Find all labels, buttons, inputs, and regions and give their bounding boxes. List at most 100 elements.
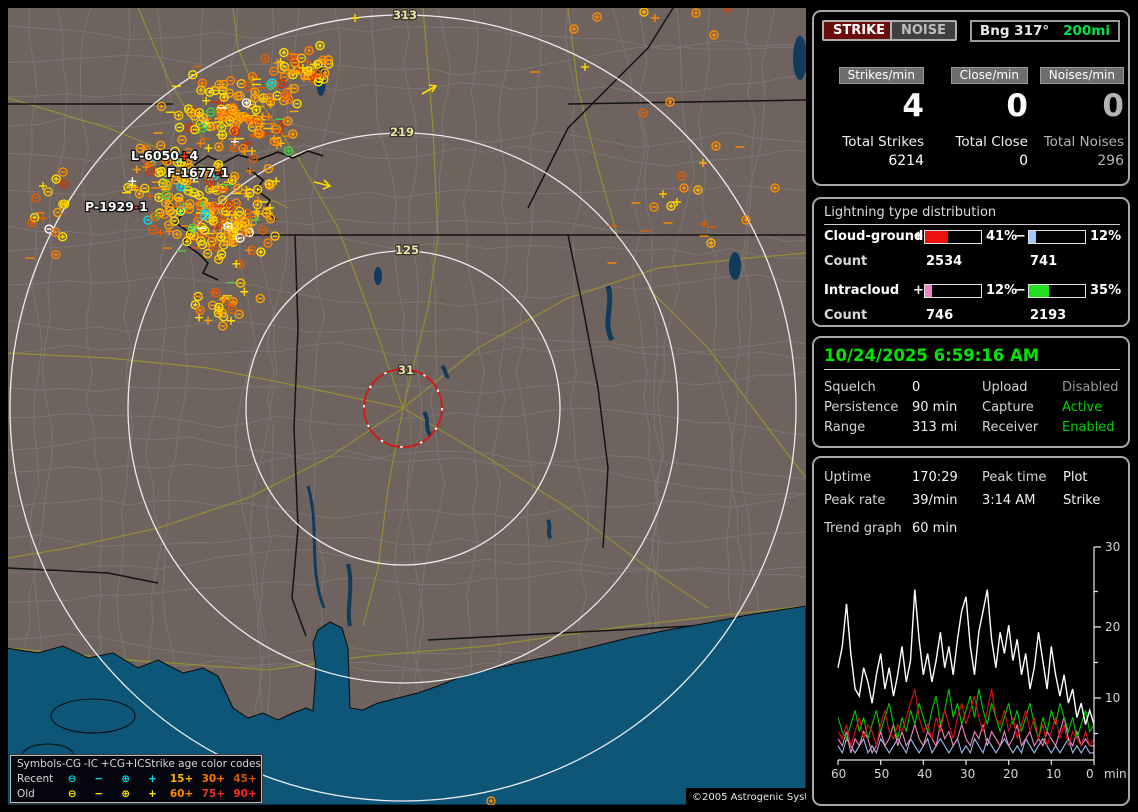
cell-label-1[interactable]: L-6050+4 [131,148,198,163]
age-code-45: 45+ [229,772,261,787]
capture-label: Capture [982,400,1034,415]
legend-header-row: Symbols -CG -IC +CG +IC Strike age color… [17,757,261,772]
circle-minus-icon: ⊖ [59,787,86,802]
ring-label-313: 313 [393,8,417,22]
bearing-range-box: Bng 317° 200mi [970,20,1120,42]
circle-plus-icon: ⊕ [112,772,139,787]
trend-series [838,590,1094,753]
age-code-30: 30+ [197,772,229,787]
total-noises-value: 296 [1028,153,1124,169]
plus-icon: + [139,772,166,787]
age-code-60: 60+ [166,787,198,802]
cloud-ground-label: Cloud-ground [824,229,923,244]
squelch-label: Squelch [824,380,876,395]
strikes-rate: 4 [828,88,924,124]
plot-label: Plot [1063,470,1088,485]
trend-graph: 60 50 40 30 20 10 0 min 30 20 10 [814,538,1128,804]
ic-pos-bar [924,284,982,298]
trend-series-neg-ic [838,689,1094,739]
noises-rate: 0 [1028,88,1124,124]
legend-old-label: Old [17,787,59,802]
ic-pos-pct: 12% [986,283,1017,298]
cg-pos-count: 2534 [926,254,962,269]
symbol-legend: Symbols -CG -IC +CG +IC Strike age color… [10,755,262,803]
cg-pos-bar [924,230,982,244]
legend-col-pos-cg: +CG [101,757,125,772]
legend-old-row: Old ⊖ − ⊕ + 60+ 75+ 90+ [17,787,261,802]
noises-column: Noises/min 0 Total Noises 296 [1028,64,1124,169]
cg-neg-bar [1028,230,1086,244]
svg-text:50: 50 [874,767,889,781]
plus-sign: + [913,283,924,298]
age-code-15: 15+ [166,772,198,787]
total-strikes-value: 6214 [828,153,924,169]
svg-text:20: 20 [1105,620,1120,634]
peak-rate-label: Peak rate [824,493,885,508]
legend-age-header: Strike age color codes [145,757,261,772]
squelch-value: 0 [912,380,920,395]
trend-graph-label: Trend graph [824,521,902,536]
ic-neg-bar [1028,284,1086,298]
minus-sign: − [1015,283,1026,298]
total-close-label: Total Close [932,134,1028,150]
strikes-column: Strikes/min 4 Total Strikes 6214 [828,64,924,169]
datetime-display: 10/24/2025 6:59:16 AM [824,346,1120,370]
svg-text:20: 20 [1003,767,1018,781]
range-value: 200mi [1063,23,1110,39]
peak-rate-value: 39/min [912,493,957,508]
svg-text:30: 30 [1105,540,1120,554]
strike-button[interactable]: STRIKE [822,20,896,41]
circle-plus-icon: ⊕ [112,787,139,802]
lightning-map[interactable]: 313 219 125 31 L-6050+4 F-1677-1 P-1929-… [8,8,806,805]
total-close-value: 0 [932,153,1028,169]
cg-neg-pct: 12% [1090,229,1121,244]
map-canvas: 313 219 125 31 L-6050+4 F-1677-1 P-1929-… [8,8,806,805]
cg-neg-count: 741 [1030,254,1057,269]
svg-text:min: min [1104,767,1127,781]
distribution-title: Lightning type distribution [824,205,1120,225]
svg-text:60: 60 [831,767,846,781]
ic-pos-count: 746 [926,308,953,323]
performance-panel: Uptime 170:29 Peak time Plot Peak rate 3… [812,456,1130,806]
legend-recent-label: Recent [17,772,59,787]
bearing-value: Bng 317° [980,23,1049,39]
uptime-label: Uptime [824,470,871,485]
svg-text:10: 10 [1046,767,1061,781]
trend-graph-window: 60 min [912,521,957,536]
strikes-per-min-button[interactable]: Strikes/min [839,67,924,84]
svg-text:30: 30 [960,767,975,781]
ic-neg-count: 2193 [1030,308,1066,323]
noises-per-min-button[interactable]: Noises/min [1040,67,1124,84]
age-code-90: 90+ [229,787,261,802]
ring-label-219: 219 [390,125,414,139]
capture-status: Active [1062,400,1102,415]
range-value: 313 mi [912,420,957,435]
close-per-min-button[interactable]: Close/min [951,67,1028,84]
legend-col-pos-ic: +IC [125,757,145,772]
close-column: Close/min 0 Total Close 0 [932,64,1028,169]
uptime-value: 170:29 [912,470,958,485]
intracloud-label: Intracloud [824,283,899,298]
range-label: Range [824,420,865,435]
close-rate: 0 [932,88,1028,124]
svg-text:10: 10 [1105,691,1120,705]
peak-time-value: 3:14 AM [982,493,1035,508]
legend-col-neg-ic: -IC [81,757,101,772]
minus-sign: − [1015,229,1026,244]
noise-button[interactable]: NOISE [890,20,957,41]
total-noises-label: Total Noises [1028,134,1124,150]
svg-text:0: 0 [1086,767,1094,781]
copyright-text: ©2005 Astrogenic Systems [692,792,806,803]
plus-icon: + [139,787,166,802]
ring-label-31: 31 [398,363,414,377]
count-label: Count [824,254,867,269]
legend-symbols-header: Symbols [17,757,62,772]
circle-minus-icon: ⊖ [59,772,86,787]
peak-time-label: Peak time [982,470,1046,485]
cell-label-3[interactable]: P-1929-1 [85,199,148,214]
minus-icon: − [86,787,113,802]
plus-sign: + [913,229,924,244]
cell-label-2[interactable]: F-1677-1 [167,165,229,180]
ring-label-125: 125 [395,243,419,257]
minus-icon: − [86,772,113,787]
